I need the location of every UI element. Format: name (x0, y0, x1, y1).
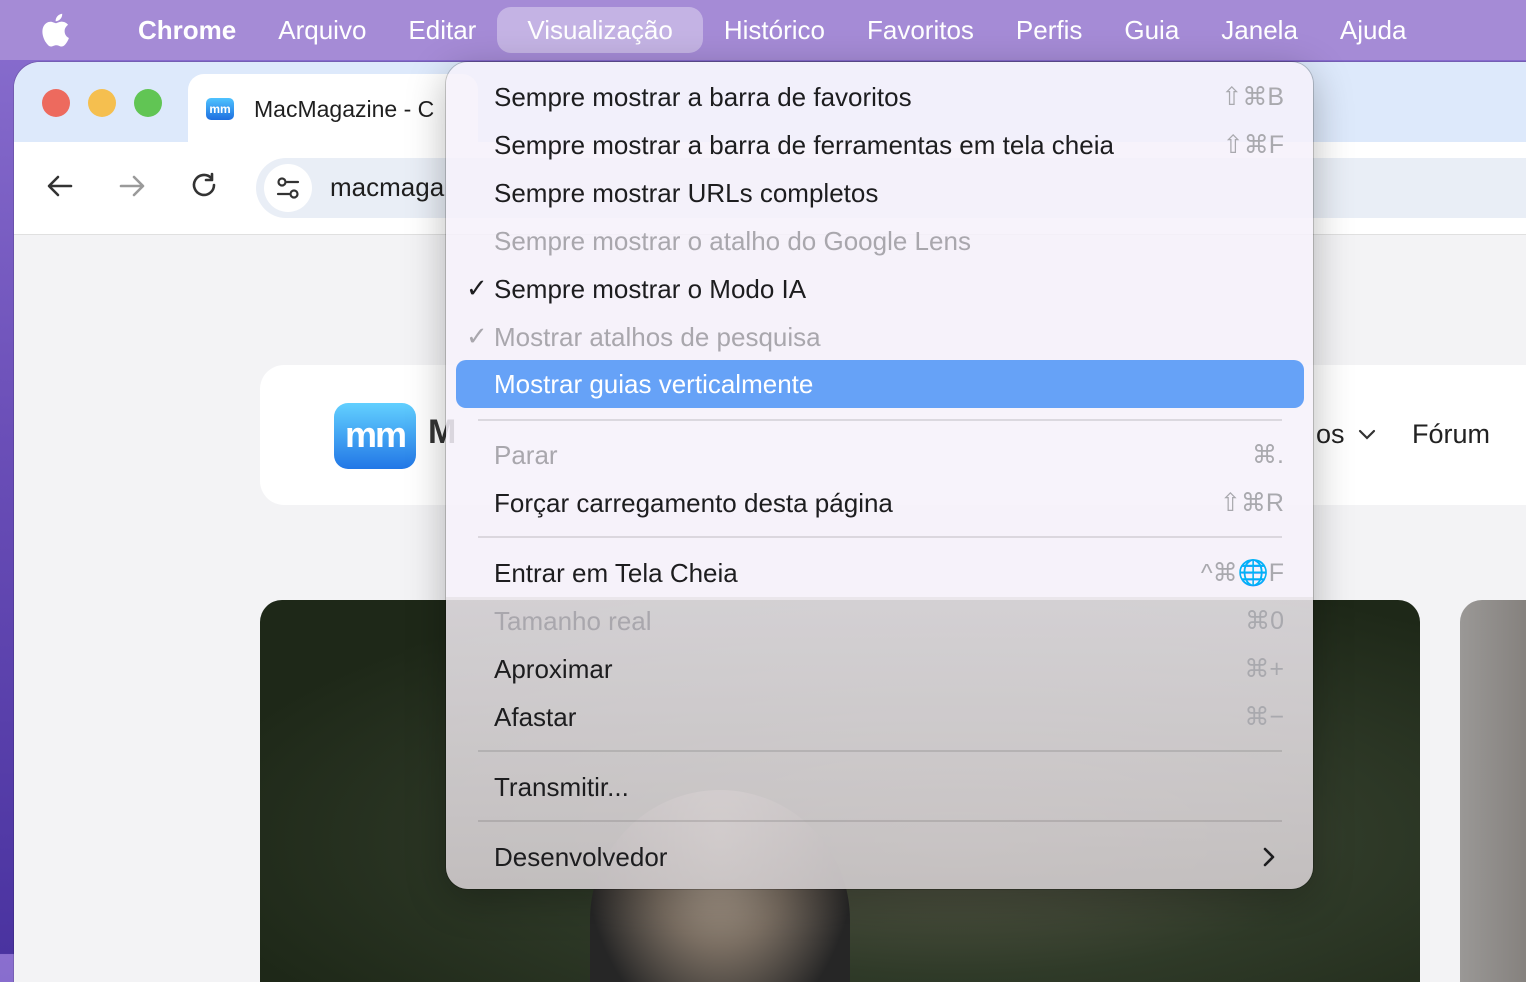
menu-item-force-reload[interactable]: Forçar carregamento desta página ⇧⌘R (456, 479, 1304, 527)
macmagazine-logo[interactable]: mm (334, 403, 416, 469)
tab-macmagazine[interactable]: mm MacMagazine - C (188, 74, 478, 144)
menu-editar[interactable]: Editar (387, 7, 497, 53)
arrow-left-icon (47, 175, 73, 197)
menu-item-actual-size: Tamanho real ⌘0 (494, 606, 1284, 636)
macos-menu-bar: Chrome Arquivo Editar Visualização Histó… (0, 0, 1526, 60)
menu-item-show-search-shortcuts: ✓ Mostrar atalhos de pesquisa (466, 321, 821, 352)
menu-item-show-full-urls[interactable]: Sempre mostrar URLs completos (456, 169, 1304, 217)
menu-visualizacao[interactable]: Visualização (497, 7, 703, 53)
menu-guia[interactable]: Guia (1103, 7, 1200, 53)
menu-arquivo[interactable]: Arquivo (257, 7, 387, 53)
menu-app-chrome[interactable]: Chrome (108, 7, 257, 53)
menu-ajuda[interactable]: Ajuda (1319, 7, 1428, 53)
checkmark-icon: ✓ (466, 273, 488, 303)
zoom-window-button[interactable] (134, 89, 162, 117)
secondary-image[interactable] (1460, 600, 1526, 982)
menu-item-show-ai-mode[interactable]: ✓ Sempre mostrar o Modo IA (456, 265, 1304, 313)
close-window-button[interactable] (42, 89, 70, 117)
menu-item-vertical-tabs[interactable]: Mostrar guias verticalmente (456, 360, 1304, 408)
view-menu-dropdown: Sempre mostrar a barra de favoritos ⇧⌘B … (446, 62, 1313, 889)
menu-item-show-toolbar-fullscreen[interactable]: Sempre mostrar a barra de ferramentas em… (456, 121, 1304, 169)
menu-item-developer[interactable]: Desenvolvedor (456, 833, 1304, 881)
reload-button[interactable] (186, 168, 222, 204)
shortcut-label: ⇧⌘F (1222, 131, 1284, 159)
macmagazine-favicon-icon: mm (206, 98, 234, 120)
checkmark-icon: ✓ (466, 321, 488, 351)
shortcut-label: ⌘− (1244, 703, 1284, 731)
shortcut-label: ⇧⌘B (1221, 83, 1284, 111)
apple-logo-icon[interactable] (40, 12, 70, 48)
back-button[interactable] (42, 168, 78, 204)
menu-separator (478, 750, 1282, 752)
menu-historico[interactable]: Histórico (703, 7, 846, 53)
shortcut-label: ^⌘🌐F (1200, 559, 1284, 587)
menu-item-stop: Parar ⌘. (494, 440, 1284, 470)
menu-item-zoom-in[interactable]: Aproximar ⌘+ (456, 645, 1304, 693)
menu-item-cast[interactable]: Transmitir... (456, 763, 1304, 811)
shortcut-label: ⌘. (1252, 441, 1284, 469)
shortcut-label: ⌘0 (1245, 607, 1284, 635)
site-info-button[interactable] (264, 164, 312, 212)
reload-icon (192, 172, 216, 197)
menu-favoritos[interactable]: Favoritos (846, 7, 995, 53)
tune-icon (276, 177, 300, 199)
forward-button[interactable] (114, 168, 150, 204)
tab-title: MacMagazine - C (254, 95, 435, 122)
menu-janela[interactable]: Janela (1200, 7, 1319, 53)
shortcut-label: ⌘+ (1244, 655, 1284, 683)
nav-item-fragment[interactable]: os (1316, 419, 1345, 450)
chevron-down-icon[interactable] (1356, 423, 1378, 445)
chevron-right-icon (1263, 847, 1275, 867)
shortcut-label: ⇧⌘R (1219, 489, 1284, 517)
menu-separator (478, 536, 1282, 538)
menu-item-show-bookmarks-bar[interactable]: Sempre mostrar a barra de favoritos ⇧⌘B (456, 73, 1304, 121)
menu-separator (478, 419, 1282, 421)
menu-item-show-google-lens: Sempre mostrar o atalho do Google Lens (494, 226, 971, 256)
menu-perfis[interactable]: Perfis (995, 7, 1103, 53)
nav-item-forum[interactable]: Fórum (1412, 419, 1490, 450)
menu-item-zoom-out[interactable]: Afastar ⌘− (456, 693, 1304, 741)
menu-separator (478, 820, 1282, 822)
arrow-right-icon (119, 175, 145, 197)
url-text: macmaga (330, 172, 445, 202)
menu-item-enter-fullscreen[interactable]: Entrar em Tela Cheia ^⌘🌐F (456, 549, 1304, 597)
minimize-window-button[interactable] (88, 89, 116, 117)
